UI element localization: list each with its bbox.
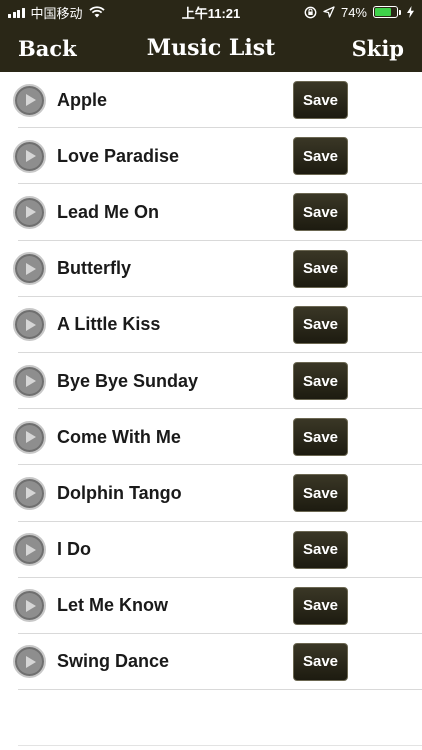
play-icon[interactable]: [13, 308, 46, 342]
song-title: Swing Dance: [57, 651, 170, 672]
song-title: Butterfly: [57, 258, 132, 279]
song-title: Love Paradise: [57, 145, 180, 166]
save-button[interactable]: Save: [293, 305, 348, 344]
skip-button[interactable]: Skip: [352, 36, 404, 61]
save-button[interactable]: Save: [293, 137, 348, 176]
save-button[interactable]: Save: [293, 362, 348, 401]
play-icon[interactable]: [13, 533, 46, 567]
save-button[interactable]: Save: [293, 418, 348, 457]
play-icon[interactable]: [13, 139, 46, 173]
lock-rotation-icon: [304, 6, 317, 18]
list-item: Dolphin Tango Save: [0, 465, 422, 522]
song-title: Lead Me On: [57, 201, 160, 222]
song-title: Dolphin Tango: [57, 482, 182, 503]
play-icon[interactable]: [13, 252, 46, 286]
battery-icon: [373, 6, 401, 18]
save-button[interactable]: Save: [293, 586, 348, 625]
song-title: Apple: [57, 89, 108, 110]
list-item: Love Paradise Save: [0, 128, 422, 185]
list-item: Swing Dance Save: [0, 634, 422, 691]
back-button[interactable]: Back: [18, 36, 77, 61]
list-item: Bye Bye Sunday Save: [0, 353, 422, 410]
play-icon[interactable]: [13, 195, 46, 229]
play-icon[interactable]: [13, 476, 46, 510]
status-left: 中国移动: [8, 3, 105, 22]
page-title: Music List: [146, 35, 276, 61]
music-list: Apple Save Love Paradise Save Lead Me On Save…: [0, 72, 422, 691]
list-item: Lead Me On Save: [0, 184, 422, 241]
save-button[interactable]: Save: [293, 193, 348, 232]
save-button[interactable]: Save: [293, 81, 348, 120]
save-button[interactable]: Save: [293, 530, 348, 569]
save-button[interactable]: Save: [293, 642, 348, 681]
save-button[interactable]: Save: [293, 474, 348, 513]
song-title: Bye Bye Sunday: [57, 370, 199, 391]
play-icon[interactable]: [13, 420, 46, 454]
location-icon: [323, 6, 335, 18]
battery-percent: 74%: [340, 4, 367, 20]
charging-icon: [407, 6, 414, 18]
song-title: Come With Me: [57, 426, 181, 447]
carrier-label: 中国移动: [30, 5, 83, 21]
play-icon[interactable]: [13, 645, 46, 679]
list-item: Let Me Know Save: [0, 578, 422, 635]
song-title: A Little Kiss: [57, 314, 161, 335]
list-item: Apple Save: [0, 72, 422, 129]
play-icon[interactable]: [13, 364, 46, 398]
song-title: Let Me Know: [57, 595, 168, 616]
song-title: I Do: [57, 539, 91, 560]
wifi-icon: [88, 6, 105, 18]
nav-bar: Back Music List Skip: [0, 24, 422, 72]
status-bar: 中国移动 上午11:21 74%: [0, 0, 422, 24]
list-item: I Do Save: [0, 522, 422, 578]
play-icon[interactable]: [13, 83, 46, 117]
status-right: 74%: [304, 5, 414, 20]
list-item: Butterfly Save: [0, 241, 422, 297]
status-time: 上午11:21: [181, 5, 241, 21]
list-item: Come With Me Save: [0, 409, 422, 466]
list-item: A Little Kiss Save: [0, 297, 422, 354]
signal-icon: [8, 7, 25, 18]
save-button[interactable]: Save: [293, 249, 348, 288]
play-icon[interactable]: [13, 589, 46, 623]
divider: [18, 745, 422, 746]
